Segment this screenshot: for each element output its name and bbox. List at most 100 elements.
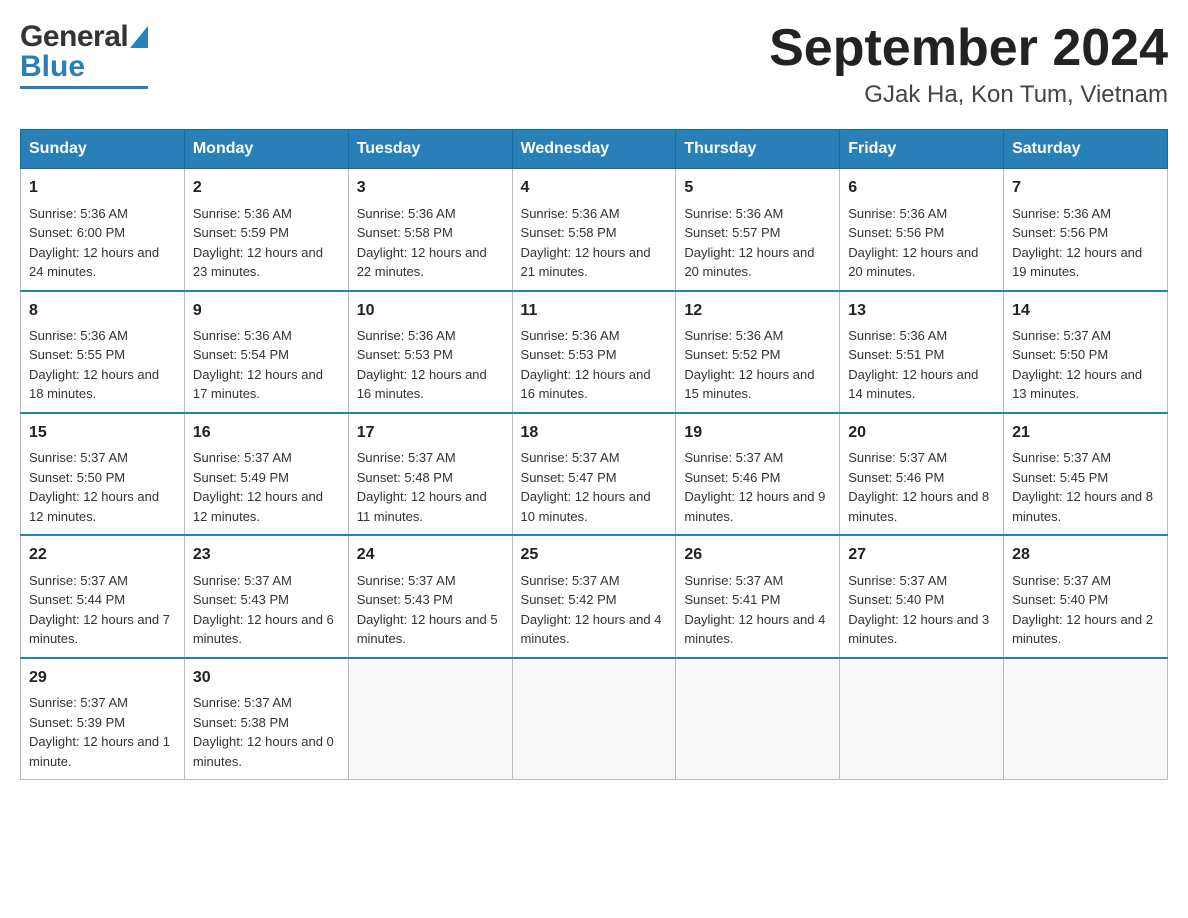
daylight-text: Daylight: 12 hours and 1 minute. [29, 734, 170, 769]
table-cell: 28Sunrise: 5:37 AMSunset: 5:40 PMDayligh… [1004, 535, 1168, 657]
table-cell: 25Sunrise: 5:37 AMSunset: 5:42 PMDayligh… [512, 535, 676, 657]
day-info: Sunrise: 5:37 AMSunset: 5:40 PMDaylight:… [848, 571, 995, 649]
day-info: Sunrise: 5:36 AMSunset: 5:51 PMDaylight:… [848, 326, 995, 404]
day-number: 27 [848, 544, 995, 566]
table-cell [676, 658, 840, 780]
sunset-text: Sunset: 5:53 PM [357, 347, 453, 362]
day-info: Sunrise: 5:37 AMSunset: 5:43 PMDaylight:… [357, 571, 504, 649]
daylight-text: Daylight: 12 hours and 8 minutes. [1012, 489, 1153, 524]
sunset-text: Sunset: 5:59 PM [193, 225, 289, 240]
daylight-text: Daylight: 12 hours and 17 minutes. [193, 367, 323, 402]
table-cell: 4Sunrise: 5:36 AMSunset: 5:58 PMDaylight… [512, 169, 676, 291]
daylight-text: Daylight: 12 hours and 10 minutes. [521, 489, 651, 524]
sunset-text: Sunset: 5:39 PM [29, 715, 125, 730]
col-sunday: Sunday [21, 130, 185, 169]
table-cell: 16Sunrise: 5:37 AMSunset: 5:49 PMDayligh… [184, 413, 348, 535]
table-cell: 9 Sunrise: 5:36 AMSunset: 5:54 PMDaylight… [184, 291, 348, 413]
logo-triangle-icon [130, 26, 148, 53]
day-info: Sunrise: 5:37 AMSunset: 5:42 PMDaylight:… [521, 571, 668, 649]
sunset-text: Sunset: 5:56 PM [1012, 225, 1108, 240]
sunrise-text: Sunrise: 5:36 AM [357, 328, 456, 343]
daylight-text: Daylight: 12 hours and 20 minutes. [848, 245, 978, 280]
sunrise-text: Sunrise: 5:37 AM [848, 450, 947, 465]
sunset-text: Sunset: 5:52 PM [684, 347, 780, 362]
sunrise-text: Sunrise: 5:37 AM [193, 695, 292, 710]
day-number: 16 [193, 422, 340, 444]
table-cell: 15 Sunrise: 5:37 AMSunset: 5:50 PMDayligh… [21, 413, 185, 535]
daylight-text: Daylight: 12 hours and 7 minutes. [29, 612, 170, 647]
calendar-title: September 2024 [769, 20, 1168, 77]
day-number: 15 [29, 422, 176, 444]
sunrise-text: Sunrise: 5:37 AM [29, 573, 128, 588]
daylight-text: Daylight: 12 hours and 5 minutes. [357, 612, 498, 647]
day-info: Sunrise: 5:37 AMSunset: 5:50 PMDaylight:… [1012, 326, 1159, 404]
col-thursday: Thursday [676, 130, 840, 169]
day-info: Sunrise: 5:37 AM Sunset: 5:39 PM Daylight:… [29, 693, 176, 771]
logo-blue-text: Blue [20, 50, 85, 84]
sunrise-text: Sunrise: 5:36 AM [29, 206, 128, 221]
day-number: 9 [193, 300, 340, 322]
daylight-text: Daylight: 12 hours and 13 minutes. [1012, 367, 1142, 402]
sunrise-text: Sunrise: 5:37 AM [193, 450, 292, 465]
day-info: Sunrise: 5:37 AMSunset: 5:43 PMDaylight:… [193, 571, 340, 649]
table-cell: 23Sunrise: 5:37 AMSunset: 5:43 PMDayligh… [184, 535, 348, 657]
sunrise-text: Sunrise: 5:37 AM [193, 573, 292, 588]
day-info: Sunrise: 5:36 AMSunset: 5:58 PMDaylight:… [357, 204, 504, 282]
table-cell: 10Sunrise: 5:36 AMSunset: 5:53 PMDayligh… [348, 291, 512, 413]
day-info: Sunrise: 5:37 AMSunset: 5:46 PMDaylight:… [684, 448, 831, 526]
sunset-text: Sunset: 5:58 PM [521, 225, 617, 240]
day-number: 19 [684, 422, 831, 444]
sunrise-text: Sunrise: 5:37 AM [521, 573, 620, 588]
day-number: 26 [684, 544, 831, 566]
daylight-text: Daylight: 12 hours and 3 minutes. [848, 612, 989, 647]
table-cell: 24Sunrise: 5:37 AMSunset: 5:43 PMDayligh… [348, 535, 512, 657]
sunrise-text: Sunrise: 5:37 AM [1012, 573, 1111, 588]
day-info: Sunrise: 5:36 AMSunset: 5:54 PMDaylight:… [193, 326, 340, 404]
sunset-text: Sunset: 5:51 PM [848, 347, 944, 362]
sunset-text: Sunset: 5:53 PM [521, 347, 617, 362]
day-info: Sunrise: 5:36 AMSunset: 5:57 PMDaylight:… [684, 204, 831, 282]
day-info: Sunrise: 5:36 AMSunset: 5:56 PMDaylight:… [848, 204, 995, 282]
table-cell: 18Sunrise: 5:37 AMSunset: 5:47 PMDayligh… [512, 413, 676, 535]
table-cell: 6 Sunrise: 5:36 AMSunset: 5:56 PMDaylight… [840, 169, 1004, 291]
sunrise-text: Sunrise: 5:37 AM [29, 695, 128, 710]
sunrise-text: Sunrise: 5:37 AM [848, 573, 947, 588]
day-number: 6 [848, 177, 995, 199]
sunset-text: Sunset: 5:42 PM [521, 592, 617, 607]
sunrise-text: Sunrise: 5:37 AM [357, 450, 456, 465]
page-header: General Blue September 2024 GJak Ha, Kon… [20, 20, 1168, 109]
table-cell [1004, 658, 1168, 780]
day-number: 1 [29, 177, 176, 199]
daylight-text: Daylight: 12 hours and 20 minutes. [684, 245, 814, 280]
day-info: Sunrise: 5:37 AMSunset: 5:50 PMDaylight:… [29, 448, 176, 526]
daylight-text: Daylight: 12 hours and 12 minutes. [193, 489, 323, 524]
calendar-table: Sunday Monday Tuesday Wednesday Thursday… [20, 129, 1168, 780]
day-info: Sunrise: 5:37 AMSunset: 5:46 PMDaylight:… [848, 448, 995, 526]
sunset-text: Sunset: 5:43 PM [193, 592, 289, 607]
table-cell: 17Sunrise: 5:37 AMSunset: 5:48 PMDayligh… [348, 413, 512, 535]
sunset-text: Sunset: 5:41 PM [684, 592, 780, 607]
day-info: Sunrise: 5:36 AMSunset: 5:58 PMDaylight:… [521, 204, 668, 282]
calendar-week-row: 29 Sunrise: 5:37 AM Sunset: 5:39 PM Dayligh… [21, 658, 1168, 780]
day-info: Sunrise: 5:37 AMSunset: 5:48 PMDaylight:… [357, 448, 504, 526]
daylight-text: Daylight: 12 hours and 19 minutes. [1012, 245, 1142, 280]
sunset-text: Sunset: 6:00 PM [29, 225, 125, 240]
sunrise-text: Sunrise: 5:36 AM [357, 206, 456, 221]
table-cell: 21Sunrise: 5:37 AMSunset: 5:45 PMDayligh… [1004, 413, 1168, 535]
daylight-text: Daylight: 12 hours and 24 minutes. [29, 245, 159, 280]
daylight-text: Daylight: 12 hours and 0 minutes. [193, 734, 334, 769]
sunrise-text: Sunrise: 5:37 AM [684, 450, 783, 465]
daylight-text: Daylight: 12 hours and 15 minutes. [684, 367, 814, 402]
sunrise-text: Sunrise: 5:36 AM [521, 206, 620, 221]
day-info: Sunrise: 5:36 AMSunset: 5:53 PMDaylight:… [357, 326, 504, 404]
day-number: 29 [29, 667, 176, 689]
logo: General Blue [20, 20, 148, 89]
table-cell: 8Sunrise: 5:36 AMSunset: 5:55 PMDaylight… [21, 291, 185, 413]
sunrise-text: Sunrise: 5:36 AM [848, 206, 947, 221]
table-cell: 27 Sunrise: 5:37 AMSunset: 5:40 PMDayligh… [840, 535, 1004, 657]
table-cell: 22Sunrise: 5:37 AMSunset: 5:44 PMDayligh… [21, 535, 185, 657]
daylight-text: Daylight: 12 hours and 11 minutes. [357, 489, 487, 524]
table-cell: 7Sunrise: 5:36 AMSunset: 5:56 PMDaylight… [1004, 169, 1168, 291]
day-number: 3 [357, 177, 504, 199]
daylight-text: Daylight: 12 hours and 2 minutes. [1012, 612, 1153, 647]
